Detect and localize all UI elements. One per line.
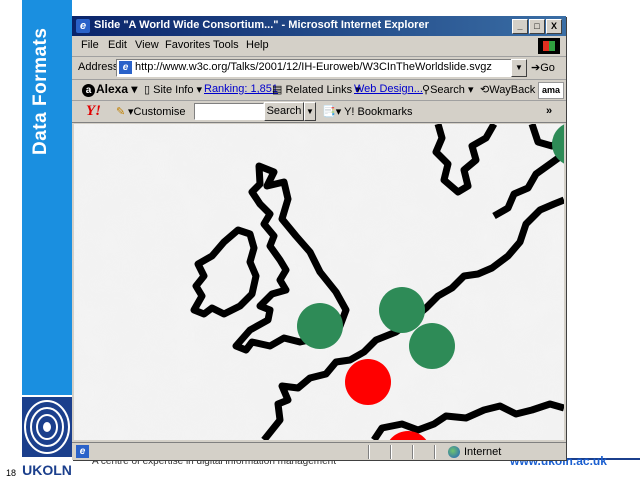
alexa-toolbar: a Alexa ▾ ▯ Site Info ▾ Ranking: 1,851 ▤ … (72, 80, 566, 101)
status-bar: e Internet (72, 442, 566, 461)
ranking-link[interactable]: Ranking: 1,851 (204, 83, 278, 95)
ie-icon: e (76, 19, 90, 33)
magnifier-icon: ⚲ (422, 84, 431, 96)
member-marker-netherlands[interactable] (379, 287, 425, 333)
page-status-icon: e (76, 445, 89, 458)
related-links-button[interactable]: ▤ Related Links ▾ (272, 83, 361, 96)
go-button[interactable]: ➔Go (531, 61, 555, 74)
security-zone-label: Internet (464, 446, 502, 458)
amazon-button[interactable]: ama (538, 82, 564, 99)
status-divider (412, 445, 414, 459)
web-design-link[interactable]: Web Design... (354, 83, 423, 95)
address-url: http://www.w3c.org/Talks/2001/12/IH-Euro… (135, 61, 492, 73)
yahoo-search-input[interactable] (194, 103, 264, 120)
status-divider (390, 445, 392, 459)
site-info-button[interactable]: ▯ Site Info ▾ (144, 83, 202, 96)
slide-number: 18 (6, 468, 17, 478)
ukoln-logo-icon (22, 397, 72, 457)
member-marker-france[interactable] (345, 359, 391, 405)
address-input[interactable]: e http://www.w3c.org/Talks/2001/12/IH-Eu… (116, 59, 512, 77)
close-button[interactable]: X (546, 19, 562, 34)
window-titlebar[interactable]: e Slide "A World Wide Consortium..." - M… (72, 16, 566, 36)
pencil-icon[interactable]: ✎ (116, 105, 125, 118)
ie-window: e Slide "A World Wide Consortium..." - M… (72, 16, 566, 460)
status-divider (434, 445, 436, 459)
menu-help[interactable]: Help (246, 39, 269, 51)
member-marker-uk[interactable] (297, 303, 343, 349)
map-texture (74, 124, 564, 440)
member-marker-germany[interactable] (409, 323, 455, 369)
wayback-button[interactable]: ⟲WayBack (480, 83, 535, 96)
window-controls: _ □ X (512, 19, 562, 34)
yahoo-search-dropdown-icon[interactable]: ▼ (304, 102, 316, 121)
ukoln-logo-text: UKOLN (22, 462, 72, 478)
minimize-button[interactable]: _ (512, 19, 528, 34)
menu-file[interactable]: File (81, 39, 99, 51)
menu-edit[interactable]: Edit (108, 39, 127, 51)
maximize-button[interactable]: □ (529, 19, 545, 34)
svg-content-area[interactable] (74, 124, 564, 440)
internet-zone-icon (448, 446, 460, 458)
page-icon: e (119, 61, 132, 74)
go-arrow-icon: ➔ (531, 62, 541, 74)
alexa-icon: a (82, 84, 95, 97)
address-bar: Address e http://www.w3c.org/Talks/2001/… (72, 57, 566, 80)
europe-map (74, 124, 564, 440)
menu-tools[interactable]: Tools (213, 39, 239, 51)
yahoo-toolbar: Y! ✎ ▾Customise Search ▼ 📑▾ Y! Bookmarks… (72, 101, 566, 123)
status-divider (368, 445, 370, 459)
yahoo-logo[interactable]: Y! (86, 103, 101, 120)
slide-title: Data Formats (30, 27, 51, 155)
window-title: Slide "A World Wide Consortium..." - Mic… (94, 19, 429, 31)
site-info-icon: ▯ (144, 84, 151, 96)
toolbar-overflow-button[interactable]: » (546, 105, 552, 117)
wayback-icon: ⟲ (480, 84, 490, 96)
menu-bar: File Edit View Favorites Tools Help (72, 36, 566, 57)
alexa-button[interactable]: a Alexa ▾ (82, 82, 137, 97)
bookmarks-icon: 📑 (322, 106, 336, 118)
menu-favorites[interactable]: Favorites (165, 39, 210, 51)
menu-view[interactable]: View (135, 39, 159, 51)
customise-button[interactable]: ▾Customise (128, 105, 186, 118)
yahoo-search-button[interactable]: Search (264, 102, 304, 121)
windows-flag-icon (538, 38, 560, 54)
yahoo-bookmarks-button[interactable]: 📑▾ Y! Bookmarks (322, 105, 413, 118)
related-links-icon: ▤ (272, 84, 283, 96)
alexa-search-button[interactable]: ⚲Search ▾ (422, 83, 474, 96)
address-label: Address (78, 61, 119, 73)
address-dropdown-icon[interactable]: ▼ (511, 59, 527, 77)
